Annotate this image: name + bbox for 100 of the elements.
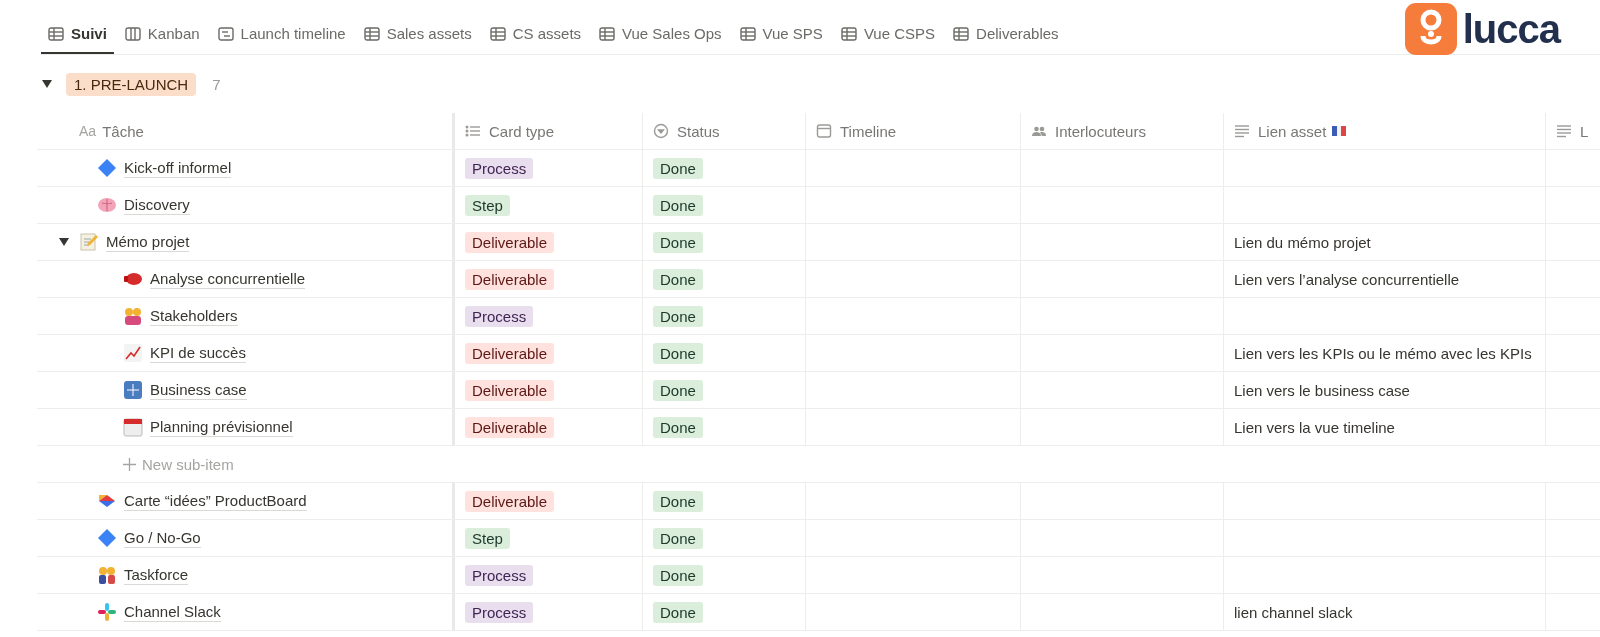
- status-tag: Done: [653, 416, 703, 438]
- view-tab[interactable]: Kanban: [117, 25, 207, 54]
- status-tag: Done: [653, 342, 703, 364]
- table-icon: [599, 26, 616, 41]
- card-type-tag: Deliverable: [465, 379, 555, 401]
- status-tag: Done: [653, 564, 703, 586]
- table-row[interactable]: Analyse concurrentielle Deliverable Done Lien vers l’analyse concurrentielle: [37, 261, 1600, 298]
- diamond-icon: [97, 528, 117, 548]
- view-tab[interactable]: Vue CSPS: [833, 25, 943, 54]
- link-text: Lien vers l’analyse concurrentielle: [1234, 270, 1460, 288]
- link-text: Lien vers le business case: [1234, 381, 1410, 399]
- link-text: Lien vers la vue timeline: [1234, 418, 1395, 436]
- view-tab[interactable]: Sales assets: [356, 25, 479, 54]
- table-icon: [363, 26, 380, 41]
- column-header[interactable]: Lien asset: [1258, 122, 1327, 140]
- table-icon: [840, 26, 857, 41]
- card-type-tag: Process: [465, 564, 534, 586]
- card-type-tag: Deliverable: [465, 231, 555, 253]
- diamond-icon: [97, 158, 117, 178]
- task-name[interactable]: Discovery: [124, 195, 190, 215]
- group-label: 1. PRE-LAUNCH: [66, 72, 197, 96]
- text-icon: [1556, 123, 1572, 139]
- task-name[interactable]: Channel Slack: [124, 602, 221, 622]
- logo-text: lucca: [1462, 6, 1560, 52]
- slack-icon: [97, 602, 117, 622]
- table-icon: [48, 26, 64, 41]
- table-row[interactable]: Taskforce Process Done: [37, 557, 1600, 594]
- table-icon: [739, 26, 756, 41]
- table-icon: [953, 26, 970, 41]
- status-tag: Done: [653, 490, 703, 512]
- text-type-icon: Aa: [79, 123, 97, 139]
- card-type-tag: Process: [465, 305, 534, 327]
- link-text: Lien vers les KPIs ou le mémo avec les KPIs: [1234, 344, 1532, 362]
- card-type-tag: Process: [465, 157, 534, 179]
- status-tag: Done: [653, 268, 703, 290]
- card-type-tag: Step: [465, 527, 510, 549]
- column-header[interactable]: Tâche: [102, 122, 144, 140]
- task-name[interactable]: Taskforce: [124, 565, 189, 585]
- group-toggle[interactable]: [42, 80, 52, 88]
- task-name[interactable]: Kick-off informel: [124, 158, 232, 178]
- calendar-icon: [816, 123, 832, 139]
- link-text: Lien du mémo projet: [1234, 233, 1371, 251]
- table-row[interactable]: Planning prévisionnel Deliverable Done Lien vers la vue timeline: [37, 409, 1600, 446]
- task-name[interactable]: Mémo projet: [106, 232, 190, 252]
- group-count: 7: [212, 75, 221, 93]
- plus-icon: [123, 457, 136, 471]
- status-tag: Done: [653, 157, 703, 179]
- status-tag: Done: [653, 194, 703, 216]
- view-tab[interactable]: Deliverables: [946, 25, 1066, 54]
- task-name[interactable]: Business case: [150, 380, 247, 400]
- task-name[interactable]: Stakeholders: [150, 306, 238, 326]
- list-icon: [465, 123, 481, 139]
- link-text: lien channel slack: [1234, 603, 1353, 621]
- view-tab[interactable]: Launch timeline: [210, 25, 353, 54]
- card-type-tag: Deliverable: [465, 268, 555, 290]
- table-row[interactable]: Go / No-Go Step Done: [37, 520, 1600, 557]
- task-name[interactable]: Planning prévisionnel: [150, 417, 293, 437]
- view-tab[interactable]: Vue Sales Ops: [592, 25, 729, 54]
- couple-icon: [97, 565, 117, 585]
- table-icon: [489, 26, 506, 41]
- column-header[interactable]: Timeline: [840, 122, 897, 140]
- view-tab[interactable]: Suivi: [41, 25, 114, 54]
- status-tag: Done: [653, 527, 703, 549]
- table-row[interactable]: Business case Deliverable Done Lien vers le business case: [37, 372, 1600, 409]
- status-tag: Done: [653, 231, 703, 253]
- memo-icon: [79, 232, 99, 252]
- status-icon: [653, 123, 669, 139]
- card-type-tag: Deliverable: [465, 490, 555, 512]
- card-type-tag: Deliverable: [465, 416, 555, 438]
- expand-toggle[interactable]: [57, 238, 71, 246]
- text-icon: [1234, 123, 1250, 139]
- chart-icon: [123, 343, 143, 363]
- status-tag: Done: [653, 305, 703, 327]
- status-tag: Done: [653, 601, 703, 623]
- table-row[interactable]: Stakeholders Process Done: [37, 298, 1600, 335]
- card-type-tag: Deliverable: [465, 342, 555, 364]
- table-row[interactable]: Kick-off informel Process Done: [37, 150, 1600, 187]
- task-name[interactable]: Analyse concurrentielle: [150, 269, 306, 289]
- family-icon: [123, 306, 143, 326]
- calendar-icon: [123, 417, 143, 437]
- table-row[interactable]: Channel Slack Process Done lien channel slack: [37, 594, 1600, 631]
- table-row[interactable]: Carte “idées” ProductBoard Deliverable Done: [37, 483, 1600, 520]
- card-type-tag: Step: [465, 194, 510, 216]
- table-row[interactable]: KPI de succès Deliverable Done Lien vers les KPIs ou le mémo avec les KPIs: [37, 335, 1600, 372]
- timeline-icon: [217, 26, 234, 41]
- column-header[interactable]: Status: [677, 122, 720, 140]
- status-tag: Done: [653, 379, 703, 401]
- column-header[interactable]: Card type: [489, 122, 555, 140]
- card-type-tag: Process: [465, 601, 534, 623]
- logo-icon: [1404, 3, 1457, 55]
- view-tab[interactable]: Vue SPS: [732, 25, 830, 54]
- column-header[interactable]: L: [1580, 122, 1589, 140]
- task-name[interactable]: KPI de succès: [150, 343, 246, 363]
- task-name[interactable]: Carte “idées” ProductBoard: [124, 491, 307, 511]
- column-header[interactable]: Interlocuteurs: [1055, 122, 1146, 140]
- view-tab[interactable]: CS assets: [482, 25, 589, 54]
- table-row[interactable]: Discovery Step Done: [37, 187, 1600, 224]
- board-icon: [124, 26, 141, 41]
- task-name[interactable]: Go / No-Go: [124, 528, 201, 548]
- table-row[interactable]: Mémo projet Deliverable Done Lien du mémo projet: [37, 224, 1600, 261]
